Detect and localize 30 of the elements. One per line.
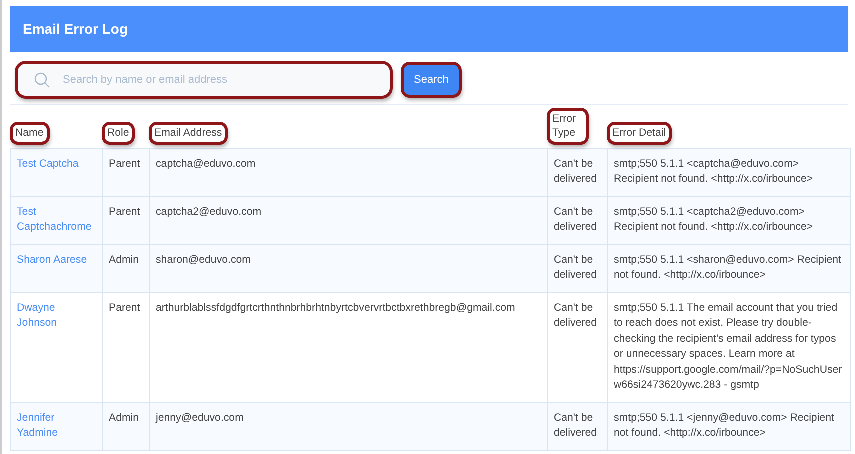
column-header: Name <box>12 125 47 142</box>
email-text: arthurblablssfdgdfgrtcrthnthnbrhbrhtnbyrtcbvervrtbctbxrethbregb@gmail.com <box>156 300 516 316</box>
search-field[interactable]: Search by name or email address <box>18 64 390 96</box>
email-text: captcha2@eduvo.com <box>156 204 263 220</box>
error-detail-text: smtp;550 5.1.1 <jenny@eduvo.com> Recipient not found. <http://x.co/irbounce> <box>614 410 836 442</box>
column-header: Error Type <box>550 111 586 142</box>
email-text: captcha@eduvo.com <box>156 156 257 172</box>
role-text: Admin <box>109 410 140 426</box>
email-text: sharon@eduvo.com <box>156 252 252 268</box>
email-text: jenny@eduvo.com <box>156 410 245 426</box>
error-detail-text: smtp;550 5.1.1 <captcha@eduvo.com> Recipient not found. <http://x.co/irbounce> <box>614 156 814 188</box>
error-type-text: Can't be delivered <box>554 252 598 284</box>
column-header: Role <box>104 125 132 142</box>
error-type-text: Can't be delivered <box>554 204 598 236</box>
page-title: Email Error Log <box>23 21 128 37</box>
search-input[interactable]: Search by name or email address <box>61 73 390 87</box>
search-button[interactable]: Search <box>404 65 459 95</box>
error-detail-text: smtp;550 5.1.1 <sharon@eduvo.com> Recipient not found. <http://x.co/irbounce> <box>614 252 842 284</box>
error-detail-text: smtp;550 5.1.1 The email account that you tried to reach does not exist. Please try double-checking the recipient's email address for typos or unnecessary spaces. Learn more at https://support.google.com/mail/?p=NoSuchUser w66si2473620ywc.283 - gsmtp <box>614 300 844 394</box>
role-text: Parent <box>109 156 142 172</box>
role-text: Parent <box>109 204 142 220</box>
error-type-text: Can't be delivered <box>554 410 598 442</box>
column-header: Email Address <box>152 125 226 142</box>
search-icon <box>34 72 51 88</box>
column-header: Error Detail <box>610 125 670 142</box>
error-type-text: Can't be delivered <box>554 300 598 332</box>
error-detail-text: smtp;550 5.1.1 <captcha2@eduvo.com> Recipient not found. <http://x.co/irbounce> <box>614 204 814 236</box>
error-type-text: Can't be delivered <box>554 156 598 188</box>
role-text: Parent <box>109 300 142 316</box>
role-text: Admin <box>109 252 140 268</box>
